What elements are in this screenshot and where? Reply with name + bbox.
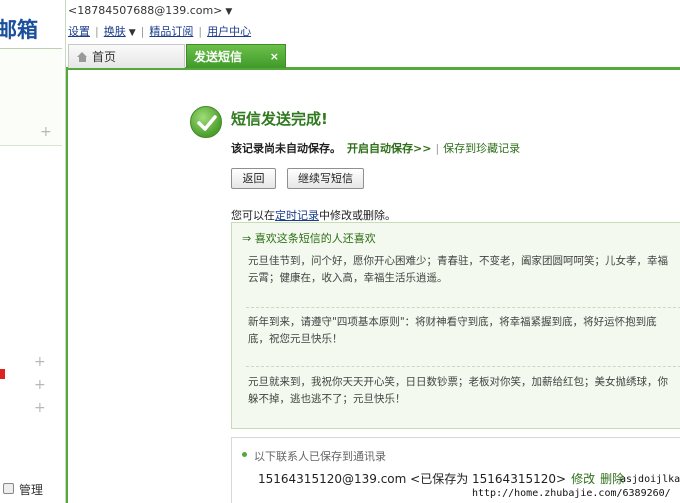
- tab-send-sms[interactable]: 发送短信 ×: [186, 44, 286, 68]
- message-line: 新年到来，请遵守"四项基本原则"：将财神看守到底，将幸福紧握到底，将好运怀抱到底: [248, 316, 657, 328]
- recommend-panel: ⇒ 喜欢这条短信的人还喜欢 元旦佳节到，问个好，愿你开心困难少；青春驻，不变老，…: [231, 222, 680, 429]
- subscription-link[interactable]: 精品订阅: [149, 25, 193, 38]
- message-line: 元旦就来到，我祝你天天开心笑，日日数钞票；老板对你笑，加薪给红包；美女抛绣球，你: [248, 376, 668, 388]
- user-center-link[interactable]: 用户中心: [207, 25, 251, 38]
- mailbox-logo: 邮箱: [0, 17, 38, 40]
- saved-contact-row: 15164315120@139.com <已保存为 15164315120> 修改…: [258, 470, 624, 487]
- continue-writing-button[interactable]: 继续写短信: [287, 168, 364, 189]
- recommend-heading: ⇒ 喜欢这条短信的人还喜欢: [242, 232, 376, 245]
- edit-contact-link[interactable]: 修改: [571, 472, 595, 486]
- skin-link[interactable]: 换肤: [104, 25, 126, 38]
- saved-contact-text: 15164315120@139.com <已保存为 15164315120>: [258, 472, 567, 486]
- watermark-user: asjdoijlka: [620, 474, 680, 485]
- divider: [246, 307, 680, 308]
- content-border: [66, 70, 68, 503]
- account-email-text: <18784507688@139.com>: [68, 4, 223, 17]
- message-line: 云霄；健康在，收入高，幸福生活乐逍遥。: [248, 272, 448, 284]
- auto-save-link[interactable]: 开启自动保存>>: [347, 142, 431, 155]
- tab-home-label: 首页: [92, 50, 117, 64]
- edit-note: 您可以在定时记录中修改或删除。: [231, 207, 396, 223]
- link-separator: |: [198, 25, 203, 38]
- link-separator: |: [435, 142, 440, 155]
- message-line: 躲不掉，逃也逃不了；元旦快乐！: [248, 393, 406, 405]
- not-saved-text: 该记录尚未自动保存。: [231, 142, 341, 155]
- scheduled-records-link[interactable]: 定时记录: [275, 209, 319, 222]
- tab-send-sms-label: 发送短信: [194, 50, 243, 64]
- account-email[interactable]: <18784507688@139.com> ▼: [68, 4, 232, 17]
- manage-icon[interactable]: [3, 483, 14, 494]
- tab-home[interactable]: 首页: [68, 44, 185, 68]
- page-title: 短信发送完成!: [231, 110, 328, 128]
- expand-plus-icon[interactable]: +: [40, 125, 52, 139]
- divider: [246, 366, 680, 367]
- unread-marker: [0, 369, 5, 379]
- save-favorite-link[interactable]: 保存到珍藏记录: [443, 142, 520, 155]
- message-line: 元旦佳节到，问个好，愿你开心困难少；青春驻，不变老，阖家团圆呵呵笑；儿女孝，幸福: [248, 255, 668, 267]
- message-line: 底，祝您元旦快乐！: [248, 333, 343, 345]
- link-separator: |: [95, 25, 99, 38]
- saved-contacts-heading: 以下联系人已保存到通讯录: [254, 450, 386, 463]
- expand-plus-icon[interactable]: +: [34, 401, 46, 415]
- save-status-line: 该记录尚未自动保存。 开启自动保存>> | 保存到珍藏记录: [231, 140, 520, 156]
- chevron-down-icon[interactable]: ▼: [129, 28, 136, 38]
- tab-bar: 首页 发送短信 ×: [66, 44, 680, 70]
- left-sidebar: 邮箱 + + + + 管理: [0, 0, 66, 503]
- top-links: 设置 | 换肤 ▼ | 精品订阅 | 用户中心: [68, 23, 251, 39]
- chevron-down-icon[interactable]: ▼: [225, 7, 232, 17]
- edit-note-prefix: 您可以在: [231, 209, 275, 222]
- back-button[interactable]: 返回: [231, 168, 276, 189]
- recommend-message[interactable]: 元旦就来到，我祝你天天开心笑，日日数钞票；老板对你笑，加薪给红包；美女抛绣球，你…: [248, 374, 680, 408]
- home-icon: [77, 52, 88, 62]
- watermark-url: http://home.zhubajie.com/6389260/: [472, 488, 671, 499]
- bullet-icon: [242, 452, 247, 457]
- close-icon[interactable]: ×: [270, 45, 279, 69]
- sidebar-folder-panel: +: [0, 48, 62, 146]
- expand-plus-icon[interactable]: +: [34, 378, 46, 392]
- edit-note-suffix: 中修改或删除。: [319, 209, 396, 222]
- recommend-message[interactable]: 新年到来，请遵守"四项基本原则"：将财神看守到底，将幸福紧握到底，将好运怀抱到底…: [248, 314, 680, 348]
- success-check-icon: [190, 106, 222, 138]
- expand-plus-icon[interactable]: +: [34, 355, 46, 369]
- manage-link[interactable]: 管理: [19, 481, 43, 498]
- recommend-message[interactable]: 元旦佳节到，问个好，愿你开心困难少；青春驻，不变老，阖家团圆呵呵笑；儿女孝，幸福…: [248, 253, 680, 287]
- settings-link[interactable]: 设置: [68, 25, 90, 38]
- link-separator: |: [140, 25, 145, 38]
